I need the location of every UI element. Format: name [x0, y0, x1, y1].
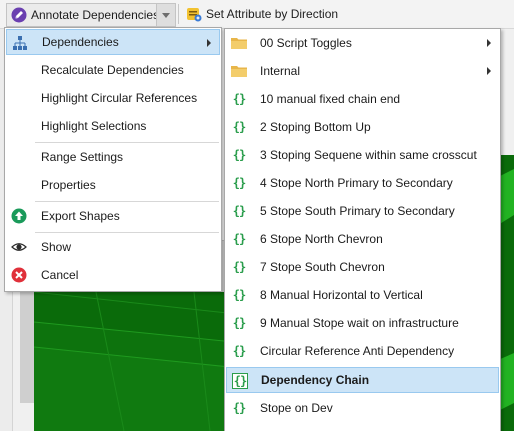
submenu-item-label: Dependency Chain	[261, 373, 370, 387]
script-braces-icon: {}	[232, 344, 246, 358]
submenu-item-script[interactable]: {} Circular Reference Anti Dependency	[226, 338, 499, 364]
submenu-item-script[interactable]: {} 8 Manual Horizontal to Vertical	[226, 282, 499, 308]
script-braces-icon: {}	[232, 288, 246, 302]
menu-item-properties[interactable]: Properties	[6, 172, 220, 198]
menu-item-label: Recalculate Dependencies	[41, 63, 184, 77]
submenu-item-label: 00 Script Toggles	[260, 36, 352, 50]
submenu-item-stope-on-dev[interactable]: {} Stope on Dev	[226, 395, 499, 421]
submenu-item-script[interactable]: {} 4 Stope North Primary to Secondary	[226, 170, 499, 196]
menu-item-range-settings[interactable]: Range Settings	[6, 144, 220, 170]
menu-item-label: Export Shapes	[41, 209, 120, 223]
submenu-item-internal[interactable]: Internal	[226, 58, 499, 84]
export-up-arrow-icon	[11, 208, 27, 224]
submenu-item-script[interactable]: {} 5 Stope South Primary to Secondary	[226, 198, 499, 224]
cancel-x-icon	[11, 267, 27, 283]
submenu-item-label: 2 Stoping Bottom Up	[260, 120, 371, 134]
submenu-item-label: 3 Stoping Sequene within same crosscut	[260, 148, 477, 162]
menu-item-label: Highlight Circular References	[41, 91, 198, 105]
submenu-item-label: 10 manual fixed chain end	[260, 92, 401, 106]
submenu-item-label: 6 Stope North Chevron	[260, 232, 383, 246]
annotate-pencil-icon	[11, 7, 27, 23]
submenu-arrow-icon	[207, 39, 211, 47]
submenu-item-script[interactable]: {} 2 Stoping Bottom Up	[226, 114, 499, 140]
script-braces-icon: {}	[232, 120, 246, 134]
submenu-item-label: 4 Stope North Primary to Secondary	[260, 176, 453, 190]
menu-item-label: Highlight Selections	[41, 119, 147, 133]
hierarchy-icon	[12, 35, 28, 51]
annotate-context-menu: Dependencies Recalculate Dependencies Hi…	[4, 27, 222, 292]
submenu-item-script[interactable]: {} 7 Stope South Chevron	[226, 254, 499, 280]
annotate-dependencies-label: Annotate Dependencies	[31, 8, 160, 22]
menu-item-highlight-selections[interactable]: Highlight Selections	[6, 113, 220, 139]
menu-item-label: Properties	[41, 178, 96, 192]
submenu-item-script-toggles[interactable]: 00 Script Toggles	[226, 30, 499, 56]
menu-item-dependencies[interactable]: Dependencies	[6, 29, 220, 55]
toolbar: Annotate Dependencies Set Attribute by D…	[0, 0, 514, 29]
menu-item-label: Dependencies	[42, 35, 119, 49]
folder-icon	[231, 35, 247, 51]
set-attribute-icon	[187, 8, 202, 22]
menu-separator	[35, 142, 219, 143]
set-attribute-by-direction-button[interactable]: Set Attribute by Direction	[182, 3, 338, 25]
menu-item-export-shapes[interactable]: Export Shapes	[6, 203, 220, 229]
annotate-dependencies-split-button[interactable]: Annotate Dependencies	[6, 3, 176, 27]
submenu-item-label: 8 Manual Horizontal to Vertical	[260, 288, 423, 302]
menu-item-label: Range Settings	[41, 150, 124, 164]
toolbar-separator	[178, 4, 179, 24]
script-braces-icon: {}	[232, 232, 246, 246]
submenu-item-label: Circular Reference Anti Dependency	[260, 344, 455, 358]
script-braces-icon: {}	[232, 148, 246, 162]
submenu-item-script[interactable]: {} 6 Stope North Chevron	[226, 226, 499, 252]
submenu-arrow-icon	[487, 39, 491, 47]
submenu-item-label: 9 Manual Stope wait on infrastructure	[260, 316, 459, 330]
submenu-item-label: 7 Stope South Chevron	[260, 260, 385, 274]
set-attribute-by-direction-label: Set Attribute by Direction	[206, 7, 339, 21]
script-braces-icon: {}	[232, 260, 246, 274]
annotate-dropdown-arrow[interactable]	[156, 4, 175, 26]
application-window: Annotate Dependencies Set Attribute by D…	[0, 0, 514, 431]
script-braces-icon: {}	[232, 316, 246, 330]
script-braces-icon: {}	[232, 204, 246, 218]
menu-item-recalculate-dependencies[interactable]: Recalculate Dependencies	[6, 57, 220, 83]
script-braces-icon: {}	[232, 401, 246, 415]
chevron-down-icon	[162, 12, 170, 18]
submenu-item-script[interactable]: {} 10 manual fixed chain end	[226, 86, 499, 112]
submenu-item-label: 5 Stope South Primary to Secondary	[260, 204, 455, 218]
menu-separator	[35, 232, 219, 233]
menu-item-label: Cancel	[41, 268, 79, 282]
menu-item-cancel[interactable]: Cancel	[6, 262, 220, 288]
submenu-arrow-icon	[487, 67, 491, 75]
submenu-item-script[interactable]: {} 9 Manual Stope wait on infrastructure	[226, 310, 499, 336]
dependencies-submenu: 00 Script Toggles Internal {} 10 manual …	[224, 28, 501, 431]
menu-item-show[interactable]: Show	[6, 234, 220, 260]
submenu-item-dependency-chain[interactable]: {} Dependency Chain	[226, 367, 499, 393]
script-braces-icon: {}	[232, 373, 248, 389]
menu-separator	[35, 201, 219, 202]
menu-item-label: Show	[41, 240, 72, 254]
script-braces-icon: {}	[232, 92, 246, 106]
menu-item-highlight-circular-references[interactable]: Highlight Circular References	[6, 85, 220, 111]
eye-icon	[11, 239, 27, 255]
folder-icon	[231, 63, 247, 79]
submenu-item-script[interactable]: {} 3 Stoping Sequene within same crosscu…	[226, 142, 499, 168]
submenu-item-label: Stope on Dev	[260, 401, 333, 415]
script-braces-icon: {}	[232, 176, 246, 190]
submenu-item-label: Internal	[260, 64, 301, 78]
